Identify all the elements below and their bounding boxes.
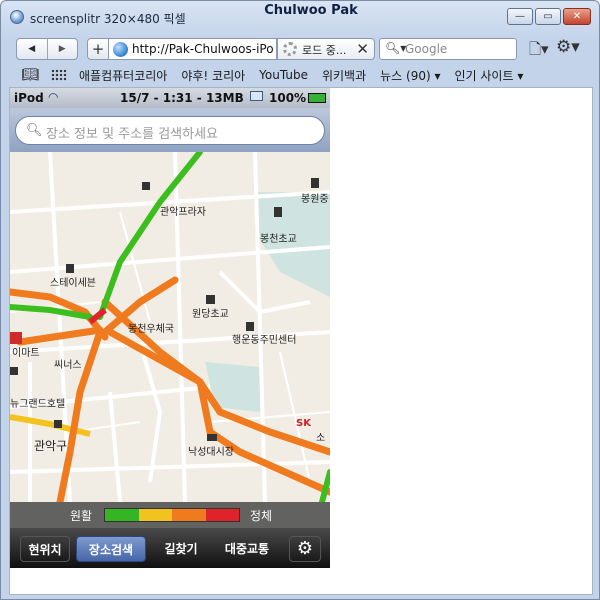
book-icon[interactable]: 📖︎ [19, 67, 41, 83]
search-placeholder: Google [405, 42, 448, 56]
map-view[interactable]: 관악프라자 봉원중 봉천초교 스테이세븐 원당초교 봉천우체국 행운동주민센터 … [10, 152, 330, 502]
wifi-icon: ◠ [48, 90, 59, 104]
traffic-legend: 원활 정체 [10, 502, 330, 528]
title-bar: screensplitr 320×480 픽셀 Chulwoo Pak — ▭ … [1, 1, 599, 31]
map-label: 스테이세븐 [50, 277, 96, 289]
status-bar: iPod ◠ 15/7 - 1:31 - 13MB 100% [10, 88, 330, 108]
search-icon: 🔍︎ [26, 123, 43, 138]
app-icon [10, 10, 24, 24]
search-icon[interactable]: 🔍︎▾ [385, 41, 406, 55]
url-text[interactable]: http://Pak-Chulwoos-iPod [132, 42, 274, 56]
map-search-bar: 🔍︎ 장소 정보 및 주소를 검색하세요 [10, 108, 330, 152]
window-subtitle: screensplitr 320×480 픽셀 [30, 12, 186, 26]
minimize-button[interactable]: — [507, 8, 533, 25]
map-label: 봉천우체국 [128, 323, 174, 335]
device-name: iPod [14, 91, 44, 105]
hotel-icon [66, 264, 74, 273]
tab-place-search[interactable]: 장소검색 [76, 536, 146, 562]
legend-label-smooth: 원활 [70, 509, 93, 523]
map-search-input[interactable]: 🔍︎ 장소 정보 및 주소를 검색하세요 [15, 116, 325, 145]
legend-swatch-orange [172, 509, 206, 521]
building-icon [246, 322, 254, 331]
map-label: 관악구 [34, 439, 67, 453]
map-label: SK [296, 418, 312, 429]
map-label: 뉴그랜드호텔 [10, 398, 65, 410]
settings-gear-icon[interactable]: ⚙ [289, 536, 321, 562]
tab-current-location[interactable]: 현위치 [20, 536, 70, 562]
map-label: 관악프라자 [160, 206, 206, 218]
legend-swatch-green [105, 509, 139, 521]
building-icon [10, 367, 18, 375]
tab-loading[interactable]: 로드 중... ✕ [277, 38, 375, 60]
back-button[interactable]: ◀ [17, 39, 48, 59]
address-bar[interactable]: http://Pak-Chulwoos-iPod [109, 38, 277, 60]
window-controls: — ▭ ✕ [507, 8, 591, 25]
search-placeholder: 장소 정보 및 주소를 검색하세요 [46, 127, 219, 142]
browser-window: screensplitr 320×480 픽셀 Chulwoo Pak — ▭ … [0, 0, 600, 600]
phone-screen: iPod ◠ 15/7 - 1:31 - 13MB 100% 🔍︎ 장소 정보 … [10, 88, 330, 568]
bookmark-item[interactable]: 위키백과 [322, 67, 366, 84]
bookmark-item[interactable]: 애플컴퓨터코리아 [79, 67, 167, 84]
legend-swatch-red [205, 509, 239, 521]
map-label: 소 [316, 432, 325, 444]
map-label: 씨너스 [54, 359, 82, 371]
page-content: iPod ◠ 15/7 - 1:31 - 13MB 100% 🔍︎ 장소 정보 … [9, 87, 593, 595]
tab-label: 로드 중... [302, 44, 347, 57]
legend-bar [104, 508, 240, 522]
mail-icon [250, 91, 263, 101]
map-label: 낙성대시장 [188, 446, 234, 458]
map-label: 봉천초교 [260, 233, 297, 245]
bookmarks-bar: 📖︎ 애플컴퓨터코리아 야후! 코리아 YouTube 위키백과 뉴스 (90)… [9, 65, 593, 85]
bookmark-item[interactable]: 인기 사이트 ▾ [455, 67, 524, 84]
building-icon [142, 182, 150, 190]
bookmark-item[interactable]: YouTube [259, 68, 308, 82]
tab-public-transit[interactable]: 대중교통 [214, 536, 280, 562]
add-bookmark-button[interactable]: + [87, 38, 109, 60]
map-label: 이마트 [12, 347, 40, 359]
market-icon [207, 434, 217, 441]
status-time: 15/7 - 1:31 - 13MB [120, 91, 244, 105]
school-icon [311, 178, 319, 188]
maximize-button[interactable]: ▭ [535, 8, 561, 25]
browser-toolbar: ◀ ▶ + http://Pak-Chulwoos-iPod 로드 중... ✕… [9, 35, 593, 63]
page-menu-button[interactable]: 🗋▾ [529, 39, 549, 64]
close-button[interactable]: ✕ [563, 8, 591, 25]
loading-spinner-icon [283, 42, 297, 56]
map-label: 원당초교 [192, 308, 229, 320]
battery-icon [308, 93, 326, 103]
tab-close-icon[interactable]: ✕ [356, 40, 369, 58]
map-label: 행운동주민센터 [232, 334, 296, 346]
app-tab-bar: 현위치 장소검색 길찾기 대중교통 ⚙ [10, 528, 330, 568]
settings-menu-button[interactable]: ⚙▾ [556, 37, 580, 57]
window-title: Chulwoo Pak [264, 3, 358, 18]
nav-buttons: ◀ ▶ [16, 38, 78, 60]
map-label: 봉원중 [301, 193, 329, 205]
legend-label-congested: 정체 [250, 509, 273, 523]
school-icon [206, 295, 215, 304]
forward-button[interactable]: ▶ [48, 39, 78, 59]
bookmark-item[interactable]: 뉴스 (90) ▾ [380, 67, 440, 84]
grid-icon[interactable] [51, 69, 67, 81]
battery-percent: 100% [269, 91, 307, 105]
tab-directions[interactable]: 길찾기 [150, 536, 212, 562]
school-icon [274, 207, 282, 217]
building-icon [54, 420, 62, 428]
globe-icon [113, 42, 128, 57]
search-field[interactable]: 🔍︎▾ Google [379, 38, 517, 60]
legend-swatch-yellow [138, 509, 172, 521]
bookmark-item[interactable]: 야후! 코리아 [181, 67, 245, 84]
emart-icon [10, 332, 22, 344]
